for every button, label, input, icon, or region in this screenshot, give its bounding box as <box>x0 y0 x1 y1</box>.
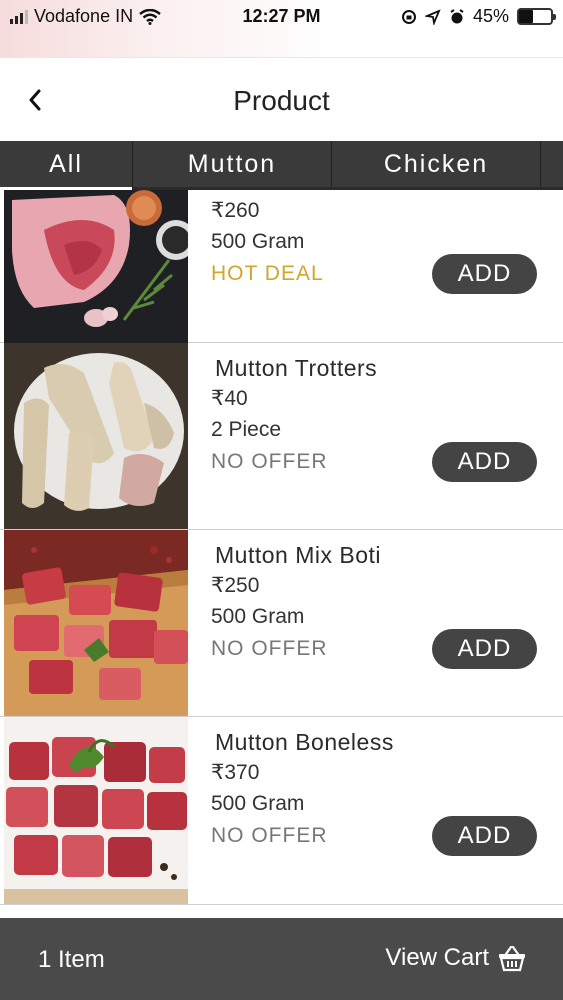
add-button[interactable]: ADD <box>432 816 537 856</box>
tab-all[interactable]: All <box>0 141 133 190</box>
product-image-mutton-trotters <box>4 343 188 529</box>
product-price: ₹250 <box>211 574 260 597</box>
product-name: Mutton Mix Boti <box>215 542 381 568</box>
signal-icon <box>10 9 28 24</box>
product-row: Mutton Boneless ₹370 500 Gram NO OFFER A… <box>0 717 563 905</box>
basket-icon <box>499 945 525 972</box>
product-row: Mutton Mix Boti ₹250 500 Gram NO OFFER A… <box>0 530 563 717</box>
location-icon <box>424 8 441 25</box>
product-image-mutton-leg <box>4 190 188 343</box>
wifi-icon <box>139 8 161 25</box>
product-quantity: 2 Piece <box>211 418 282 441</box>
view-cart-button[interactable]: View Cart <box>385 944 527 972</box>
tab-mutton[interactable]: Mutton <box>133 141 332 187</box>
add-button[interactable]: ADD <box>432 254 537 294</box>
add-button[interactable]: ADD <box>432 629 537 669</box>
product-offer-badge: NO OFFER <box>211 637 328 660</box>
alarm-icon <box>450 8 464 23</box>
carrier-label: Vodafone IN <box>34 6 134 26</box>
app-header: Product <box>0 59 563 141</box>
product-offer-badge: NO OFFER <box>211 824 328 847</box>
cart-bar: 1 Item View Cart <box>0 918 563 1000</box>
tab-chicken[interactable]: Chicken <box>332 141 541 187</box>
product-row: ₹260 500 Gram HOT DEAL ADD <box>0 190 563 343</box>
product-offer-badge: NO OFFER <box>211 450 328 473</box>
status-left: Vodafone IN <box>10 6 161 27</box>
product-price: ₹370 <box>211 761 260 784</box>
product-quantity: 500 Gram <box>211 230 305 253</box>
product-image-mutton-boneless <box>4 717 188 904</box>
battery-level <box>519 10 534 23</box>
battery-icon <box>517 8 556 25</box>
rotation-lock-icon <box>401 9 416 24</box>
view-cart-label: View Cart <box>385 944 489 971</box>
status-bar: Vodafone IN 12:27 PM 45% <box>0 0 563 58</box>
battery-percent: 45% <box>472 6 509 26</box>
category-tabs: All Mutton Chicken <box>0 141 563 190</box>
product-image-mutton-mix-boti <box>4 530 188 716</box>
tab-overflow[interactable] <box>541 141 563 187</box>
product-list[interactable]: ₹260 500 Gram HOT DEAL ADD Mutton Trotte… <box>0 190 563 918</box>
product-name: Mutton Boneless <box>215 729 394 755</box>
product-row: Mutton Trotters ₹40 2 Piece NO OFFER ADD <box>0 343 563 530</box>
product-offer-badge: HOT DEAL <box>211 262 324 285</box>
product-price: ₹40 <box>211 387 248 410</box>
product-name: Mutton Trotters <box>215 355 378 381</box>
page-title: Product <box>233 85 330 116</box>
product-quantity: 500 Gram <box>211 792 305 815</box>
product-quantity: 500 Gram <box>211 605 305 628</box>
product-price: ₹260 <box>211 199 260 222</box>
cart-item-count: 1 Item <box>38 946 105 973</box>
add-button[interactable]: ADD <box>432 442 537 482</box>
status-right: 45% <box>401 6 556 27</box>
